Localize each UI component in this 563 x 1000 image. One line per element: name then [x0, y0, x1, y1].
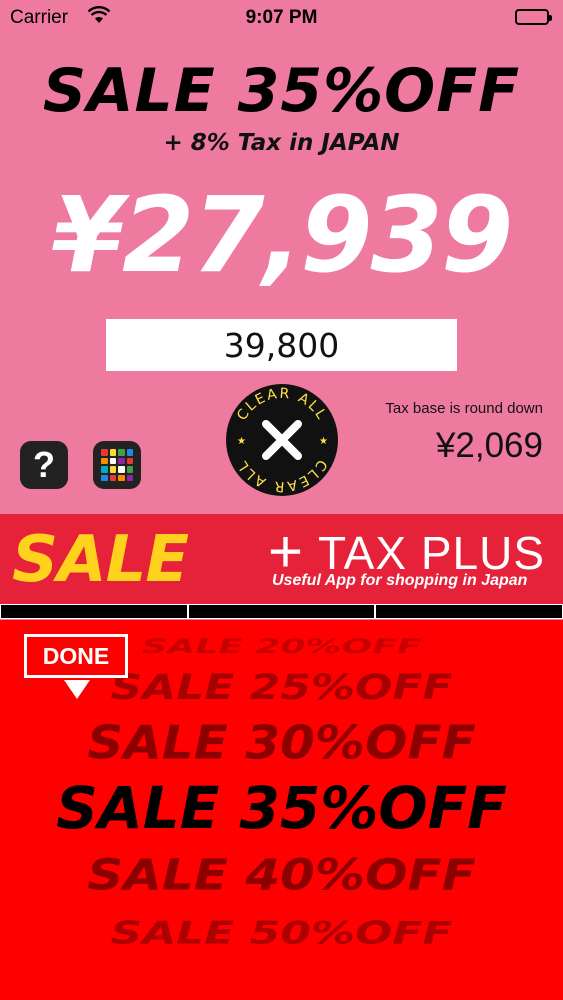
svg-text:★: ★: [319, 436, 328, 447]
banner-title: TAX PLUS: [318, 527, 545, 579]
price-input[interactable]: [106, 319, 457, 371]
picker-option-selected[interactable]: SALE 35%OFF: [0, 774, 563, 842]
banner-sale: SALE: [12, 523, 189, 597]
done-wrapper: DONE: [24, 634, 128, 699]
clear-all-button[interactable]: CLEAR ALL CLEAR ALL ★ ★: [226, 384, 338, 496]
apps-button[interactable]: [93, 441, 141, 489]
picker-option[interactable]: SALE 40%OFF: [0, 850, 563, 900]
help-button[interactable]: ?: [20, 441, 68, 489]
done-button[interactable]: DONE: [24, 634, 128, 678]
battery-icon: [515, 9, 552, 25]
segment-2[interactable]: [188, 605, 375, 618]
tax-amount: ¥2,069: [435, 426, 543, 465]
apps-grid-icon: [101, 449, 108, 456]
tax-base-label: Tax base is round down: [385, 400, 543, 417]
result-price: ¥27,939: [51, 174, 514, 296]
segment-1[interactable]: [1, 605, 187, 618]
picker-option[interactable]: SALE 50%OFF: [0, 916, 563, 952]
segment-bar: [0, 604, 563, 619]
app-banner: SALE + TAX PLUS Useful App for shopping …: [0, 514, 563, 604]
sale-title: SALE 35%OFF: [42, 56, 521, 126]
banner-subtitle: Useful App for shopping in Japan: [272, 572, 528, 589]
svg-text:★: ★: [237, 436, 246, 447]
picker-option[interactable]: SALE 30%OFF: [0, 716, 563, 769]
segment-3[interactable]: [376, 605, 563, 618]
done-arrow-icon: [64, 680, 90, 699]
tax-note: + 8% Tax in JAPAN: [163, 130, 400, 156]
status-time: 9:07 PM: [245, 7, 318, 28]
status-bar: Carrier 9:07 PM: [0, 0, 563, 36]
help-icon: ?: [33, 444, 55, 485]
